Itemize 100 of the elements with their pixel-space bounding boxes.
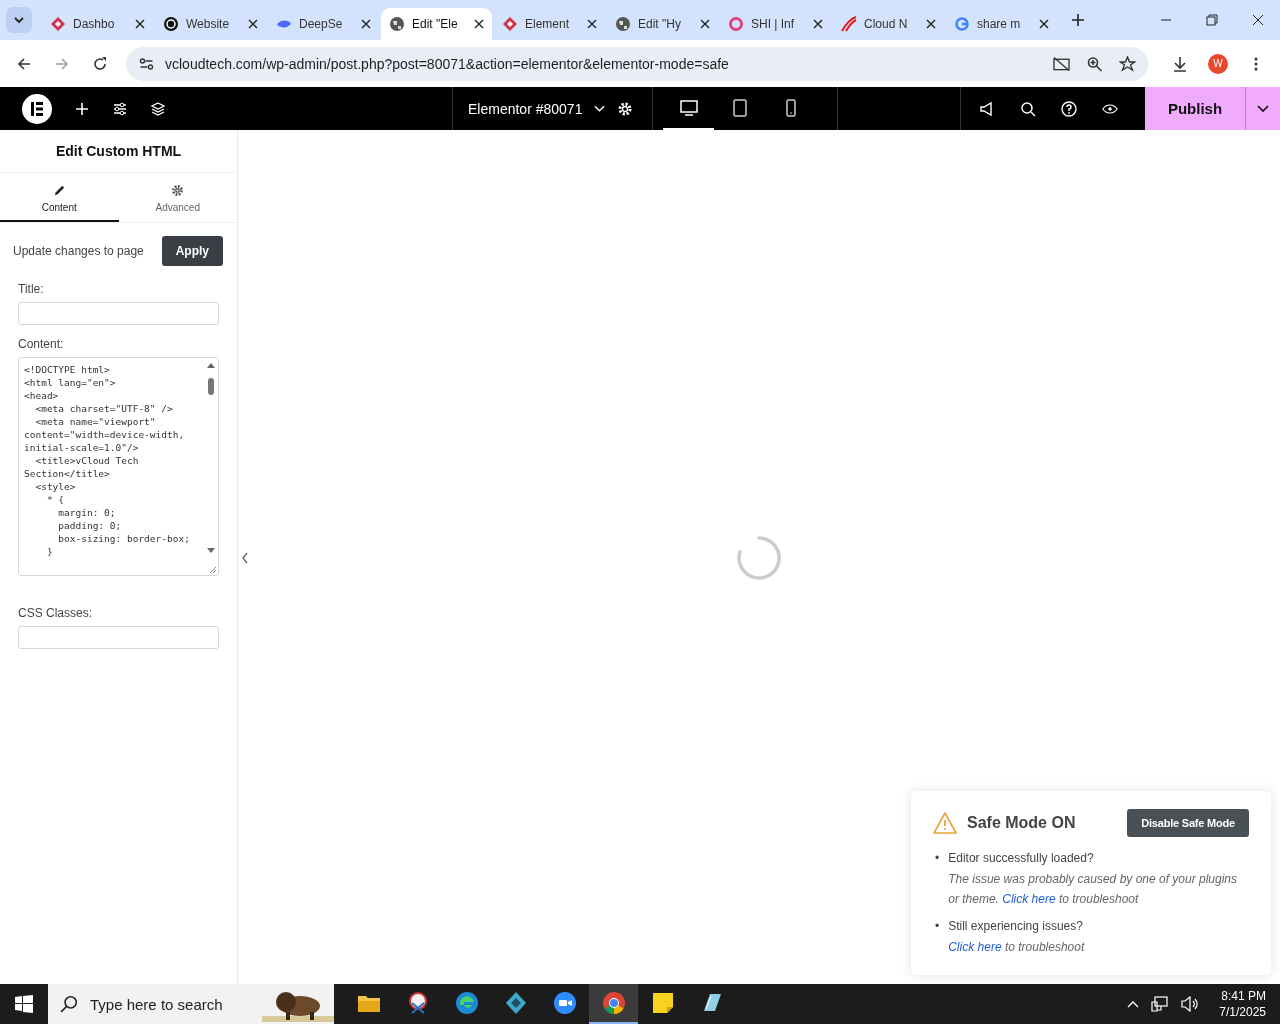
chevron-down-icon bbox=[13, 16, 25, 24]
tab-search-button[interactable] bbox=[6, 7, 32, 33]
profile-avatar[interactable]: W bbox=[1208, 53, 1228, 74]
publish-button[interactable]: Publish bbox=[1145, 87, 1245, 130]
site-settings-icon[interactable] bbox=[138, 55, 155, 72]
update-label: Update changes to page bbox=[13, 244, 144, 258]
sliders-icon[interactable] bbox=[112, 100, 128, 117]
browser-icon bbox=[601, 991, 626, 1015]
star-icon[interactable] bbox=[1119, 55, 1136, 72]
browser-tab[interactable]: Element bbox=[494, 8, 605, 40]
close-icon[interactable] bbox=[135, 19, 145, 29]
tab-title: Edit "Hy bbox=[638, 17, 682, 31]
new-tab-icon[interactable] bbox=[1071, 13, 1085, 27]
code-text: <!DOCTYPE html> <html lang="en"> <head> <meta charset="UTF-8" /> <meta name="viewport" content="width=device-width, initial-scale=1.0"/> <title>vCloud Tech Section</title> <style> * { margin: 0; padding: 0; box-sizing: border-box; } bbox=[23, 363, 191, 558]
tab-title: Dashbo bbox=[73, 17, 116, 31]
apply-button[interactable]: Apply bbox=[161, 236, 223, 266]
help-icon[interactable] bbox=[1061, 100, 1077, 117]
clock-date[interactable]: 7/1/2025 bbox=[1219, 1005, 1266, 1019]
browser-tab[interactable]: SHI | Inf bbox=[720, 8, 831, 40]
gear-icon bbox=[171, 184, 185, 197]
desktop-icon bbox=[679, 99, 698, 116]
add-icon[interactable] bbox=[74, 100, 90, 117]
browser-tab[interactable]: DeepSe bbox=[268, 8, 379, 40]
knot-icon bbox=[163, 16, 179, 32]
panel-tab[interactable]: Content bbox=[0, 173, 119, 222]
browser-tab[interactable]: Edit "Ele bbox=[381, 8, 492, 40]
layers-icon[interactable] bbox=[150, 100, 166, 117]
collapse-panel-icon[interactable] bbox=[241, 552, 249, 564]
browser-tab[interactable]: Cloud N bbox=[833, 8, 944, 40]
close-icon[interactable] bbox=[361, 19, 371, 29]
close-icon[interactable] bbox=[587, 19, 597, 29]
panel-tab[interactable]: Advanced bbox=[118, 173, 237, 222]
input-field[interactable] bbox=[18, 302, 219, 325]
restore-icon[interactable] bbox=[1206, 14, 1218, 26]
clock-time[interactable]: 8:41 PM bbox=[1221, 989, 1266, 1003]
field-label: CSS Classes: bbox=[18, 606, 94, 620]
chevron-down-icon[interactable] bbox=[594, 104, 606, 113]
input-field[interactable] bbox=[18, 626, 219, 649]
close-icon[interactable] bbox=[474, 19, 484, 29]
zoom-icon[interactable] bbox=[1086, 55, 1103, 72]
video-camera-icon bbox=[552, 991, 577, 1015]
safe-mode-title: Safe Mode ON bbox=[967, 814, 1076, 832]
panel-title: Edit Custom HTML bbox=[0, 130, 237, 173]
tab-title: Edit "Ele bbox=[412, 17, 459, 31]
close-icon[interactable] bbox=[700, 19, 710, 29]
browser-tab[interactable]: Edit "Hy bbox=[607, 8, 718, 40]
diamond-icon bbox=[502, 16, 518, 32]
troubleshoot-link[interactable]: Click here bbox=[1002, 892, 1056, 906]
browser-tab[interactable]: Website bbox=[155, 8, 266, 40]
close-icon[interactable] bbox=[248, 19, 258, 29]
bullet: • bbox=[935, 851, 940, 867]
troubleshoot-text: The issue was probably caused by one of your plugins or theme. Click here to troubleshoot bbox=[948, 871, 1239, 908]
wave-circle-icon bbox=[454, 991, 479, 1015]
tab-title: share m bbox=[977, 17, 1022, 31]
browser-tab[interactable]: share m bbox=[946, 8, 1057, 40]
elementor-logo[interactable] bbox=[22, 93, 52, 124]
globe-icon bbox=[389, 16, 405, 32]
close-icon[interactable] bbox=[1252, 14, 1264, 26]
globe-icon bbox=[615, 16, 631, 32]
sticky-note-icon bbox=[650, 991, 675, 1015]
phone-icon bbox=[785, 98, 796, 117]
network-icon[interactable] bbox=[1151, 996, 1170, 1012]
g-icon bbox=[954, 16, 970, 32]
megaphone-icon[interactable] bbox=[979, 100, 995, 117]
warning-icon bbox=[933, 812, 957, 834]
taskbar-search-field[interactable]: Type here to search bbox=[48, 984, 334, 1024]
tab-title: Website bbox=[186, 17, 231, 31]
tab-title: DeepSe bbox=[299, 17, 344, 31]
field-label: Title: bbox=[18, 282, 45, 296]
settings-icon[interactable] bbox=[617, 100, 634, 117]
diamond-icon bbox=[503, 991, 528, 1015]
disable-safe-mode-button[interactable]: Disable Safe Mode bbox=[1127, 809, 1249, 837]
camera-off-icon[interactable] bbox=[1053, 55, 1070, 72]
tab-title: Element bbox=[525, 17, 571, 31]
document-menu[interactable]: Elementor #80071 bbox=[468, 100, 583, 117]
close-icon[interactable] bbox=[926, 19, 936, 29]
troubleshoot-link[interactable]: Click here bbox=[948, 940, 1002, 954]
tab-title: SHI | Inf bbox=[751, 17, 796, 31]
close-icon[interactable] bbox=[1039, 19, 1049, 29]
resize-grip-icon[interactable] bbox=[207, 564, 217, 574]
tablet-icon bbox=[732, 98, 747, 117]
diamond-icon bbox=[50, 16, 66, 32]
code-editor[interactable] bbox=[18, 357, 219, 576]
address-field[interactable]: vcloudtech.com/wp-admin/post.php?post=80071&action=elementor&elementor-mode=safe bbox=[126, 46, 1148, 81]
browser-tab[interactable]: Dashbo bbox=[42, 8, 153, 40]
ring-icon bbox=[728, 16, 744, 32]
speaker-icon[interactable] bbox=[1181, 996, 1200, 1012]
tab-title: Cloud N bbox=[864, 17, 909, 31]
search-icon[interactable] bbox=[1020, 100, 1036, 117]
chevron-up-icon[interactable] bbox=[1127, 1000, 1140, 1008]
pencil-icon bbox=[52, 184, 66, 197]
swoosh-icon bbox=[841, 16, 857, 32]
taskbar-app[interactable] bbox=[589, 984, 638, 1024]
folder-icon bbox=[356, 993, 381, 1013]
question-text: Still experiencing issues? bbox=[948, 919, 1084, 933]
bullet: • bbox=[935, 919, 940, 935]
troubleshoot-text: Click here to troubleshoot bbox=[948, 939, 1086, 956]
search-icon bbox=[60, 995, 78, 1013]
close-icon[interactable] bbox=[813, 19, 823, 29]
field-label: Content: bbox=[18, 337, 65, 351]
